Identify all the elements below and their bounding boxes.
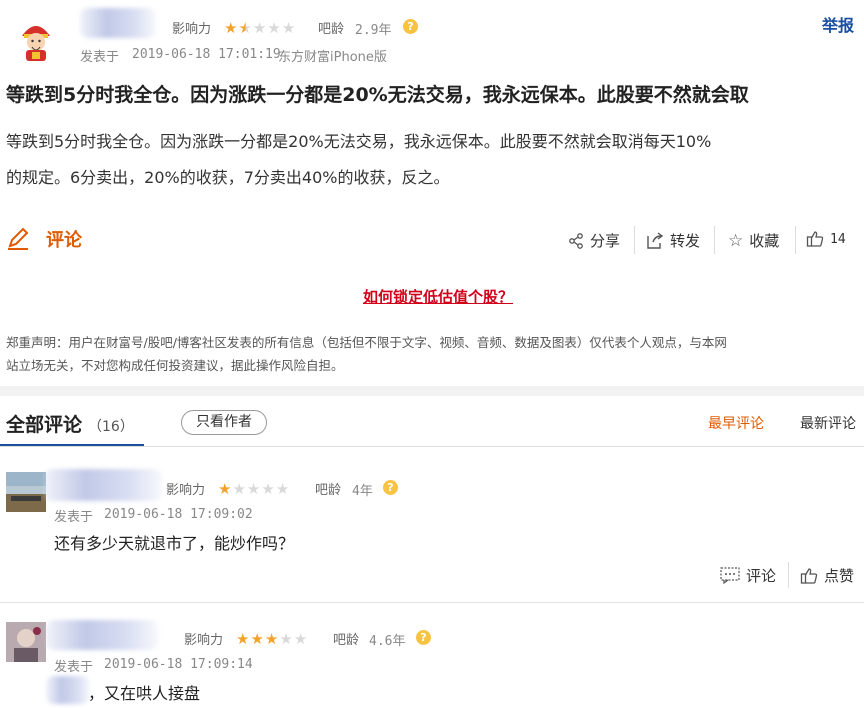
thumbs-up-icon xyxy=(800,567,818,584)
influence-stars: ★★★★★ xyxy=(236,629,308,648)
star-icon: ★ xyxy=(279,630,294,648)
star-outline-icon: ☆ xyxy=(728,230,744,251)
star-icon: ★ xyxy=(224,19,239,37)
like-button[interactable]: 14 xyxy=(806,230,846,248)
influence-label: 影响力 xyxy=(172,22,212,37)
post-body-line1: 等跌到5分时我全仓。因为涨跌一分都是20%无法交易，我永远保本。此股要不然就会取… xyxy=(6,132,712,151)
star-half-icon: ★ xyxy=(238,19,253,37)
star-icon: ★ xyxy=(281,19,297,37)
post-body-line2: 的规定。6分卖出，20%的收获，7分卖出40%的收获，反之。 xyxy=(6,168,450,187)
star-icon: ★ xyxy=(267,19,282,37)
thumbs-up-icon xyxy=(806,231,824,247)
post-source: 东方财富iPhone版 xyxy=(278,50,387,65)
star-icon: ★ xyxy=(236,630,251,648)
share-button[interactable]: 分享 xyxy=(568,230,620,251)
forward-button[interactable]: 转发 xyxy=(646,230,700,251)
post-title: 等跌到5分时我全仓。因为涨跌一分都是20%无法交易，我永远保本。此股要不然就会取 xyxy=(6,84,749,106)
age-label: 吧龄 xyxy=(333,633,360,648)
divider xyxy=(795,226,796,254)
star-icon: ★ xyxy=(246,480,262,498)
help-icon[interactable]: ? xyxy=(416,630,431,645)
section-gap xyxy=(0,386,864,396)
commenter-avatar[interactable] xyxy=(6,622,46,662)
published-time: 2019-06-18 17:09:14 xyxy=(104,657,253,672)
comment-text: ，又在哄人接盘 xyxy=(88,684,201,703)
comment-divider xyxy=(0,602,864,603)
author-avatar[interactable] xyxy=(12,14,60,62)
commenter-avatar[interactable] xyxy=(6,472,46,512)
sort-earliest[interactable]: 最早评论 xyxy=(708,413,764,433)
favorite-button[interactable]: ☆ 收藏 xyxy=(728,230,779,251)
age-value: 2.9年 xyxy=(355,23,392,38)
star-icon: ★ xyxy=(232,480,247,498)
redacted-text xyxy=(46,676,90,704)
like-comment-button[interactable]: 点赞 xyxy=(800,565,854,586)
influence-label: 影响力 xyxy=(184,633,224,648)
influence-stars: ★★★★★ xyxy=(218,479,290,498)
influence-label: 影响力 xyxy=(166,483,206,498)
age-label: 吧龄 xyxy=(315,483,342,498)
star-icon: ★ xyxy=(293,630,309,648)
pencil-icon xyxy=(8,227,29,250)
author-only-button[interactable]: 只看作者 xyxy=(181,410,267,435)
comment-button[interactable]: 评论 xyxy=(6,226,82,252)
commenter-name-redacted[interactable] xyxy=(46,620,158,650)
sort-latest[interactable]: 最新评论 xyxy=(800,413,856,433)
help-icon[interactable]: ? xyxy=(403,19,418,34)
divider xyxy=(788,562,789,588)
published-label: 发表于 xyxy=(54,660,94,675)
comment-text: 还有多少天就退市了，能炒作吗？ xyxy=(54,534,295,553)
divider xyxy=(714,226,715,254)
header-divider xyxy=(0,446,864,447)
star-icon: ★ xyxy=(218,480,233,498)
published-label: 发表于 xyxy=(54,510,94,525)
age-label: 吧龄 xyxy=(318,22,345,37)
tab-all-comments[interactable]: 全部评论 （16） xyxy=(6,410,134,437)
share-icon xyxy=(569,232,583,249)
published-time: 2019-06-18 17:09:02 xyxy=(104,507,253,522)
promo-link[interactable]: 如何锁定低估值个股？ xyxy=(0,286,864,307)
divider xyxy=(634,226,635,254)
disclaimer-line1: 郑重声明：用户在财富号/股吧/博客社区发表的所有信息（包括但不限于文字、视频、音… xyxy=(6,335,727,350)
star-icon: ★ xyxy=(250,630,265,648)
star-icon: ★ xyxy=(264,630,280,648)
comment-bubble-icon xyxy=(720,567,740,584)
age-value: 4.6年 xyxy=(369,634,406,649)
star-icon: ★ xyxy=(252,19,268,37)
star-icon: ★ xyxy=(275,480,291,498)
age-value: 4年 xyxy=(352,484,373,499)
help-icon[interactable]: ? xyxy=(383,480,398,495)
reply-button[interactable]: 评论 xyxy=(720,565,776,586)
author-name-redacted[interactable] xyxy=(80,8,156,38)
influence-stars: ★★★★★ xyxy=(224,18,296,37)
published-time: 2019-06-18 17:01:19 xyxy=(132,47,281,62)
published-label: 发表于 xyxy=(80,50,120,65)
report-link[interactable]: 举报 xyxy=(822,12,854,36)
star-icon: ★ xyxy=(261,480,276,498)
commenter-name-redacted[interactable] xyxy=(44,469,162,501)
disclaimer-line2: 站立场无关，不对您构成任何投资建议，据此操作风险自担。 xyxy=(6,358,344,373)
forward-icon xyxy=(647,231,664,249)
